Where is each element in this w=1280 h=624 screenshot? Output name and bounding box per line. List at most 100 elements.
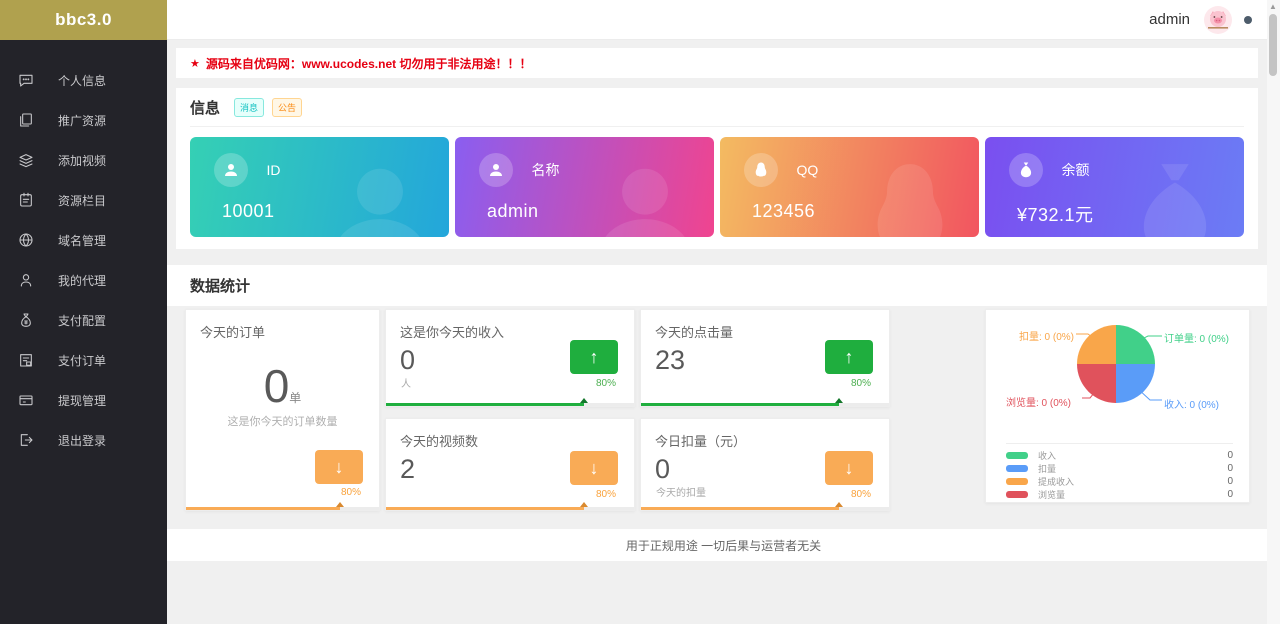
balance-card: 余额 ¥732.1元: [985, 137, 1244, 237]
stat-title: 这是你今天的收入: [386, 310, 634, 341]
arrow-down-button[interactable]: ↓: [570, 451, 618, 485]
user-icon: [479, 153, 513, 187]
scrollbar-up-icon[interactable]: ▲: [1269, 2, 1277, 11]
legend-swatch: [1006, 491, 1028, 498]
my-agent-icon: [18, 272, 34, 288]
profile-message-icon: [18, 72, 34, 88]
stat-title: 今天的视频数: [386, 419, 634, 450]
stat-subtitle: 这是你今天的订单数量: [186, 413, 379, 429]
footer-text: 用于正规用途 一切后果与运营者无关: [626, 537, 821, 554]
sidebar-item-label: 提现管理: [58, 392, 106, 409]
sidebar: bbc3.0 个人信息 推广资源 添加视频 资源栏目 域名管理 我的代理 支付配…: [0, 0, 167, 624]
sidebar-item-label: 我的代理: [58, 272, 106, 289]
sidebar-item-logout[interactable]: 退出登录: [0, 420, 167, 460]
arrow-up-icon: ↑: [845, 347, 854, 368]
sidebar-nav: 个人信息 推广资源 添加视频 资源栏目 域名管理 我的代理 支付配置 支付订单: [0, 40, 167, 460]
name-card: 名称 admin: [455, 137, 714, 237]
arrow-down-button[interactable]: ↓: [315, 450, 363, 484]
legend-item-views[interactable]: 浏览量 0: [1006, 488, 1233, 501]
info-section-title: 信息: [190, 97, 220, 118]
notice-bar: ★ 源码来自优码网：www.ucodes.net 切勿用于非法用途！！！: [176, 48, 1258, 78]
stat-percent: 80%: [341, 487, 361, 498]
arrow-up-icon: ↑: [590, 347, 599, 368]
sidebar-item-label: 支付配置: [58, 312, 106, 329]
deduction-stat-card: 今日扣量（元） 0 今天的扣量 ↓ 80%: [640, 418, 890, 511]
income-stat-card: 这是你今天的收入 0 人 ↑ 80%: [385, 309, 635, 407]
sidebar-item-promotion[interactable]: 推广资源: [0, 100, 167, 140]
arrow-down-icon: ↓: [590, 458, 599, 479]
pie-legend: 收入 0 扣量 0 提成收入 0 浏览量 0: [1006, 449, 1233, 501]
logout-icon: [18, 432, 34, 448]
stat-percent: 80%: [596, 489, 616, 500]
resource-column-icon: [18, 192, 34, 208]
legend-swatch: [1006, 465, 1028, 472]
sidebar-item-add-video[interactable]: 添加视频: [0, 140, 167, 180]
footer: 用于正规用途 一切后果与运营者无关: [167, 529, 1280, 561]
legend-item-income[interactable]: 收入 0: [1006, 449, 1233, 462]
money-bag-icon: [1009, 153, 1043, 187]
id-card: ID 10001: [190, 137, 449, 237]
qq-watermark-icon: [855, 155, 965, 237]
sidebar-item-label: 域名管理: [58, 232, 106, 249]
pay-order-icon: [18, 352, 34, 368]
pie-callout-views: 浏览量: 0 (0%): [1006, 394, 1071, 409]
legend-item-commission[interactable]: 提成收入 0: [1006, 475, 1233, 488]
sidebar-item-profile[interactable]: 个人信息: [0, 60, 167, 100]
pig-avatar-icon: [1206, 8, 1230, 32]
sidebar-item-agents[interactable]: 我的代理: [0, 260, 167, 300]
orders-stat-card: 今天的订单 0单 这是你今天的订单数量 ↓ 80%: [185, 309, 380, 511]
arrow-up-button[interactable]: ↑: [570, 340, 618, 374]
pie-callout-income: 收入: 0 (0%): [1164, 396, 1219, 411]
stats-body: 今天的订单 0单 这是你今天的订单数量 ↓ 80% 这是你今天的收入 0 人 ↑…: [167, 306, 1280, 511]
username[interactable]: admin: [1149, 11, 1190, 28]
sidebar-item-label: 退出登录: [58, 432, 106, 449]
stat-percent: 80%: [851, 378, 871, 389]
pie-chart: [1077, 325, 1155, 403]
card-label: 名称: [531, 162, 559, 178]
sidebar-item-pay-orders[interactable]: 支付订单: [0, 340, 167, 380]
card-label: ID: [266, 162, 280, 178]
scrollbar-track[interactable]: ▲: [1267, 0, 1280, 624]
stat-percent: 80%: [596, 378, 616, 389]
arrow-up-button[interactable]: ↑: [825, 340, 873, 374]
tag-message[interactable]: 消息: [234, 98, 264, 117]
sidebar-item-label: 支付订单: [58, 352, 106, 369]
collapse-dot-icon[interactable]: [1244, 16, 1252, 24]
sidebar-item-resource-column[interactable]: 资源栏目: [0, 180, 167, 220]
user-watermark-icon: [325, 155, 435, 237]
clicks-stat-card: 今天的点击量 23 ↑ 80%: [640, 309, 890, 407]
legend-item-deduction[interactable]: 扣量 0: [1006, 462, 1233, 475]
scrollbar-thumb[interactable]: [1269, 14, 1277, 76]
sidebar-item-pay-config[interactable]: 支付配置: [0, 300, 167, 340]
sidebar-item-withdraw[interactable]: 提现管理: [0, 380, 167, 420]
arrow-down-icon: ↓: [845, 458, 854, 479]
qq-card: QQ 123456: [720, 137, 979, 237]
sidebar-item-label: 添加视频: [58, 152, 106, 169]
stat-unit: 单: [289, 391, 301, 405]
legend-swatch: [1006, 478, 1028, 485]
tag-announcement[interactable]: 公告: [272, 98, 302, 117]
avatar[interactable]: [1204, 6, 1232, 34]
user-watermark-icon: [590, 155, 700, 237]
add-video-icon: [18, 152, 34, 168]
domain-manage-icon: [18, 232, 34, 248]
app-logo: bbc3.0: [0, 0, 167, 40]
card-label: 余额: [1061, 162, 1089, 178]
stats-section-title: 数据统计: [167, 265, 1280, 306]
arrow-down-button[interactable]: ↓: [825, 451, 873, 485]
legend-swatch: [1006, 452, 1028, 459]
sidebar-item-label: 资源栏目: [58, 192, 106, 209]
stat-value: 0: [264, 360, 290, 412]
star-icon: ★: [190, 57, 200, 70]
info-panel: 信息 消息 公告 ID 10001 名称 admin QQ 123456: [176, 88, 1258, 249]
qq-penguin-icon: [744, 153, 778, 187]
sidebar-item-domain[interactable]: 域名管理: [0, 220, 167, 260]
pie-callout-orders: 订单量: 0 (0%): [1164, 330, 1229, 345]
notice-text: 源码来自优码网：www.ucodes.net 切勿用于非法用途！！！: [206, 55, 532, 72]
videos-stat-card: 今天的视频数 2 ↓ 80%: [385, 418, 635, 511]
arrow-down-icon: ↓: [335, 457, 344, 478]
main-content: ★ 源码来自优码网：www.ucodes.net 切勿用于非法用途！！！ 信息 …: [167, 40, 1280, 624]
stat-title: 今天的点击量: [641, 310, 889, 341]
sidebar-item-label: 推广资源: [58, 112, 106, 129]
stat-percent: 80%: [851, 489, 871, 500]
